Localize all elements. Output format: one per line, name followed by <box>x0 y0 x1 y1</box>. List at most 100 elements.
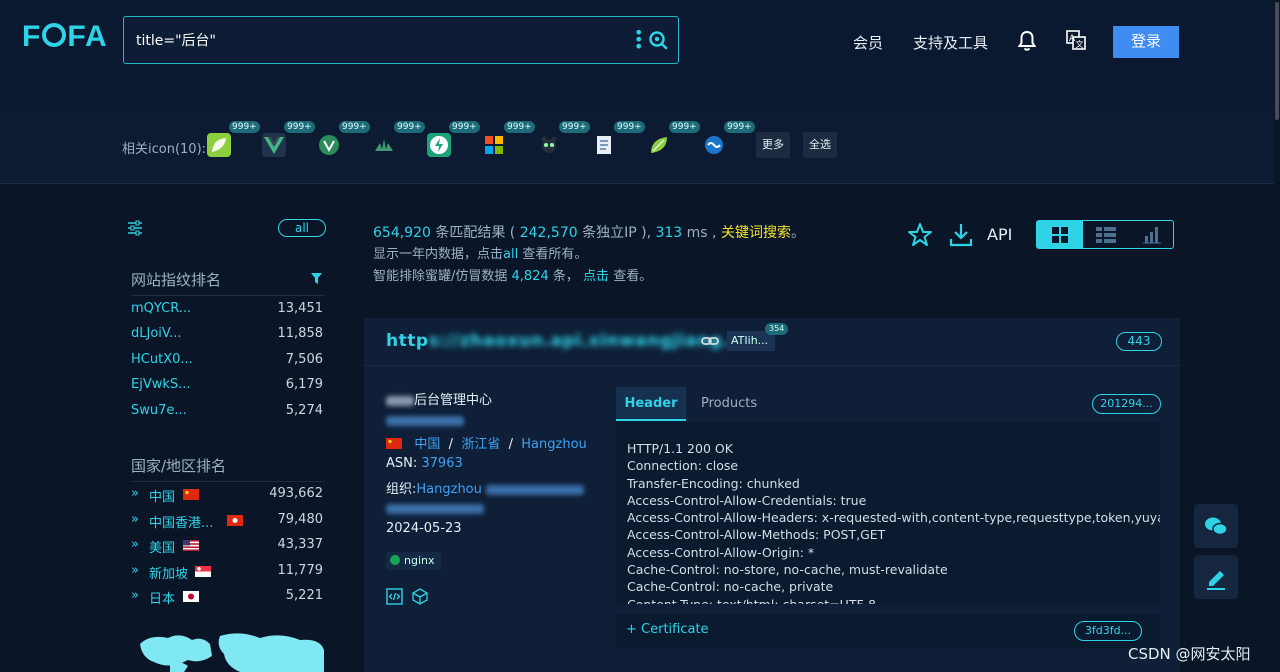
related-icon-7[interactable]: 999+ <box>537 121 590 157</box>
country-name[interactable]: 中国香港... <box>149 512 213 531</box>
related-icon-10[interactable]: 999+ <box>702 121 755 157</box>
more-options-icon[interactable]: • • • <box>634 25 643 55</box>
fingerprint-count: 5,274 <box>285 403 323 418</box>
stats-text: 条， <box>552 269 579 284</box>
related-icon-8[interactable]: 999+ <box>592 121 645 157</box>
server-tag[interactable]: nginx <box>386 552 441 570</box>
country-name[interactable]: 中国 <box>149 486 175 505</box>
fingerprint-name[interactable]: dLJoiV... <box>131 326 182 341</box>
view-all-link[interactable]: all <box>503 247 518 262</box>
hong-kong-flag-icon <box>227 515 243 526</box>
server-name: nginx <box>404 554 435 567</box>
country-row[interactable]: » 美国 43,337 <box>131 537 323 556</box>
click-link[interactable]: 点击 <box>583 269 609 284</box>
all-filter-pill[interactable]: all <box>278 219 326 237</box>
wechat-button[interactable] <box>1194 504 1238 548</box>
country-name[interactable]: 美国 <box>149 537 175 556</box>
province-link[interactable]: 浙江省 <box>461 437 500 452</box>
keyword-search-link[interactable]: 关键词搜索 <box>721 225 791 241</box>
country-row[interactable]: » 中国 493,662 <box>131 486 323 505</box>
chart-view-button[interactable] <box>1129 221 1175 248</box>
site-title-text: 后台管理中心 <box>414 393 493 408</box>
organization: 组织:Hangzhou <box>386 478 585 497</box>
result-card: https://zhaoxun.api.xinwangjiang.com ATI… <box>364 318 1180 672</box>
header-line: Access-Control-Allow-Origin: * <box>627 544 815 560</box>
product-tag[interactable]: ATIih... 354 <box>727 323 789 351</box>
stats-text: 条独立IP ), <box>582 225 652 241</box>
related-icon-3[interactable]: 999+ <box>317 121 370 157</box>
search-icon[interactable] <box>648 30 668 50</box>
tab-header[interactable]: Header <box>616 387 686 421</box>
squares-icon <box>485 136 503 154</box>
search-box: ••• <box>123 16 679 64</box>
star-icon[interactable] <box>907 222 933 248</box>
fingerprint-name[interactable]: HCutX0... <box>131 352 193 367</box>
related-icon-6[interactable]: 999+ <box>482 121 535 157</box>
search-input[interactable] <box>136 29 616 51</box>
certificate-toggle[interactable]: + Certificate <box>626 622 709 637</box>
more-icons-button[interactable]: 更多 <box>756 132 790 158</box>
detail-tabs: Header Products <box>616 387 1160 421</box>
ip-address[interactable] <box>386 413 464 428</box>
fingerprint-row[interactable]: Swu7e... 5,274 <box>131 403 323 421</box>
country-row[interactable]: » 中国香港... 79,480 <box>131 512 323 531</box>
usa-flag-icon <box>183 540 199 551</box>
china-flag-icon <box>183 489 199 500</box>
bell-icon[interactable] <box>1017 30 1037 52</box>
cert-hash-badge[interactable]: 3fd3fd... <box>1074 621 1142 641</box>
related-icon-4[interactable]: 999+ <box>372 121 425 157</box>
org-link[interactable]: Hangzhou <box>416 482 482 497</box>
country-row[interactable]: » 新加坡 11,779 <box>131 563 323 582</box>
nav-tools[interactable]: 支持及工具 <box>913 32 988 53</box>
redacted-block <box>386 395 414 406</box>
link-icon[interactable] <box>701 334 719 348</box>
nav-member[interactable]: 会员 <box>853 32 883 53</box>
tab-products[interactable]: Products <box>701 387 757 421</box>
fingerprint-name[interactable]: mQYCR... <box>131 301 191 316</box>
fofa-logo[interactable]: F FA <box>22 20 108 54</box>
cube-icon[interactable] <box>412 588 428 605</box>
scrollbar[interactable] <box>1274 0 1280 672</box>
related-icon-5[interactable]: 999+ <box>427 121 480 157</box>
city-link[interactable]: Hangzhou <box>521 437 587 452</box>
country-name[interactable]: 新加坡 <box>149 563 188 582</box>
list-view-button[interactable] <box>1083 221 1129 248</box>
fingerprint-name[interactable]: EjVwkS... <box>131 377 191 392</box>
nginx-icon <box>390 555 400 565</box>
code-icon[interactable] <box>386 588 403 605</box>
filter-settings-icon[interactable] <box>127 220 143 236</box>
country-link[interactable]: 中国 <box>414 437 440 452</box>
world-map-image <box>140 633 324 672</box>
vite-icon <box>319 135 339 155</box>
header-hash-badge[interactable]: 201294... <box>1092 394 1161 414</box>
login-button[interactable]: 登录 <box>1113 26 1179 58</box>
fingerprint-row[interactable]: HCutX0... 7,506 <box>131 352 323 370</box>
related-icon-1[interactable]: 999+ <box>207 121 260 157</box>
asn-link[interactable]: 37963 <box>421 456 462 471</box>
fingerprint-row[interactable]: mQYCR... 13,451 <box>131 301 323 319</box>
scrollbar-thumb[interactable] <box>1275 2 1279 120</box>
country-name[interactable]: 日本 <box>149 588 175 607</box>
view-toggle <box>1036 220 1174 249</box>
total-count: 654,920 <box>373 225 431 241</box>
select-all-icons-button[interactable]: 全选 <box>803 132 837 158</box>
fingerprint-row[interactable]: dLJoiV... 11,858 <box>131 326 323 344</box>
fingerprint-count: 7,506 <box>285 352 323 367</box>
related-icon-9[interactable]: 999+ <box>647 121 700 157</box>
translate-icon[interactable]: A 文 <box>1066 30 1086 50</box>
fingerprint-name[interactable]: Swu7e... <box>131 403 187 418</box>
certificate-bar: + Certificate 3fd3fd... <box>616 614 1160 648</box>
download-icon[interactable] <box>948 222 974 248</box>
fingerprint-row[interactable]: EjVwkS... 6,179 <box>131 377 323 395</box>
japan-flag-icon <box>183 591 199 602</box>
country-count: 493,662 <box>269 486 323 501</box>
leaf-icon <box>212 138 226 152</box>
feedback-button[interactable] <box>1194 555 1238 599</box>
related-icon-2[interactable]: 999+ <box>262 121 315 157</box>
country-row[interactable]: » 日本 5,221 <box>131 588 323 607</box>
filter-funnel-icon[interactable] <box>310 272 323 285</box>
grid-view-button[interactable] <box>1037 221 1083 248</box>
organization-cont <box>386 501 484 516</box>
port-badge[interactable]: 443 <box>1116 332 1162 351</box>
api-button[interactable]: API <box>987 225 1012 244</box>
